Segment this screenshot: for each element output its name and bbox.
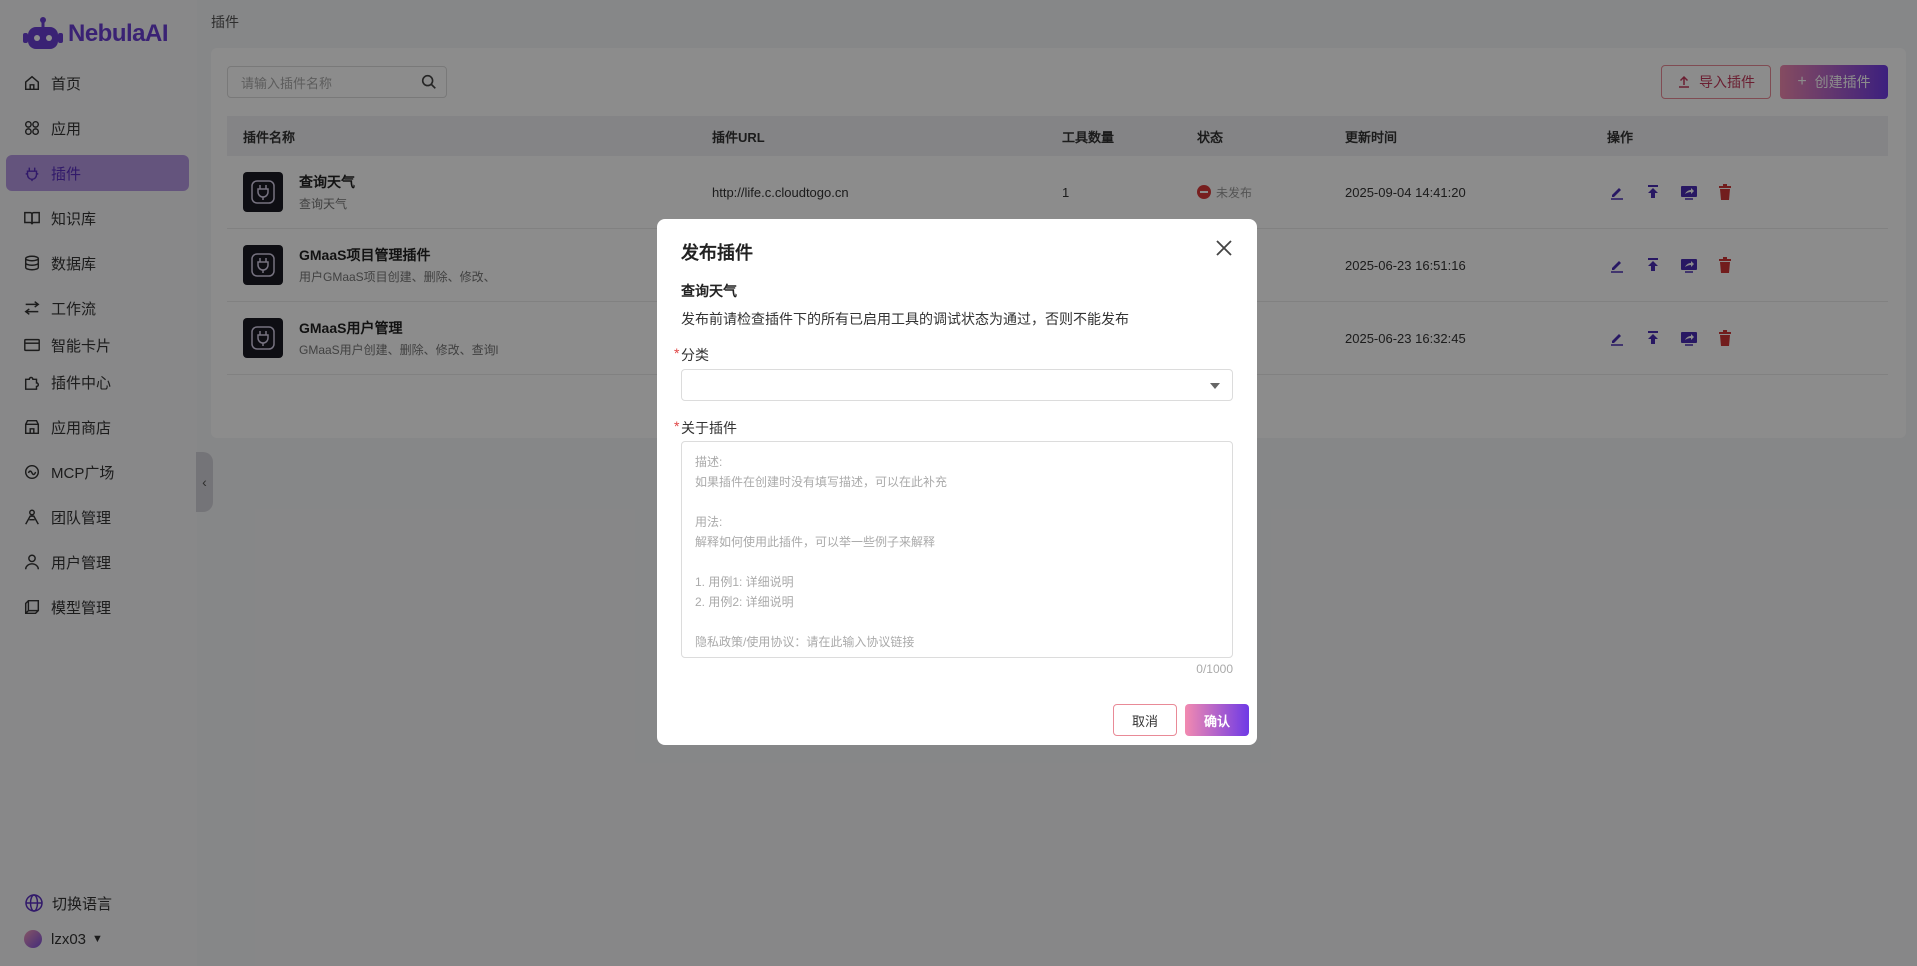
publish-plugin-dialog: 发布插件 查询天气 发布前请检查插件下的所有已启用工具的调试状态为通过，否则不能… bbox=[657, 219, 1257, 745]
placeholder-line: 2. 用例2: 详细说明 bbox=[695, 595, 794, 609]
placeholder-blank-line bbox=[695, 612, 1219, 632]
cancel-button[interactable]: 取消 bbox=[1113, 704, 1177, 736]
publish-tip: 发布前请检查插件下的所有已启用工具的调试状态为通过，否则不能发布 bbox=[681, 311, 1129, 327]
about-plugin-textarea[interactable]: 描述: 如果插件在创建时没有填写描述，可以在此补充 用法: 解释如何使用此插件，… bbox=[681, 441, 1233, 658]
confirm-button[interactable]: 确认 bbox=[1185, 704, 1249, 736]
placeholder-line: 1. 用例1: 详细说明 bbox=[695, 575, 794, 589]
category-label-text: 分类 bbox=[681, 347, 709, 363]
plugin-name: 查询天气 bbox=[681, 283, 737, 299]
close-icon[interactable] bbox=[1215, 239, 1233, 257]
placeholder-line: 解释如何使用此插件，可以举一些例子来解释 bbox=[695, 535, 936, 549]
required-mark: * bbox=[674, 418, 680, 434]
placeholder-blank-line bbox=[695, 492, 1219, 512]
placeholder-line: 如果插件在创建时没有填写描述，可以在此补充 bbox=[695, 475, 948, 489]
category-label: * 分类 bbox=[674, 345, 709, 365]
caret-down-icon bbox=[1210, 383, 1220, 389]
placeholder-line: 隐私政策/使用协议：请在此输入协议链接 bbox=[695, 635, 915, 649]
about-label-text: 关于插件 bbox=[681, 420, 737, 436]
dialog-title: 发布插件 bbox=[681, 243, 753, 263]
placeholder-line: 用法: bbox=[695, 515, 723, 529]
char-count: 0/1000 bbox=[1196, 662, 1233, 676]
about-label: * 关于插件 bbox=[674, 418, 737, 438]
placeholder-blank-line bbox=[695, 552, 1219, 572]
placeholder-line: 描述: bbox=[695, 455, 723, 469]
category-select[interactable] bbox=[681, 369, 1233, 401]
required-mark: * bbox=[674, 345, 680, 361]
